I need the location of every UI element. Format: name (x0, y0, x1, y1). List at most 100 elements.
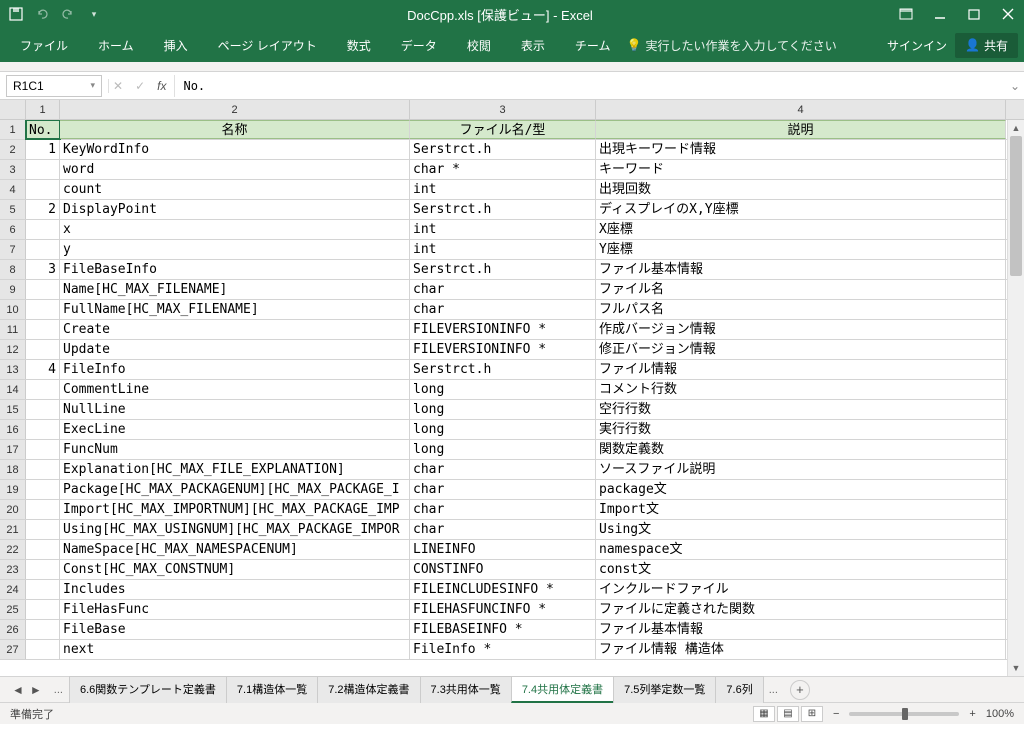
normal-view-icon[interactable]: ▦ (753, 706, 775, 722)
tab-ellipsis-right[interactable]: ... (763, 680, 784, 700)
row-header[interactable]: 22 (0, 540, 26, 559)
cell[interactable]: FuncNum (60, 440, 410, 459)
cell[interactable] (26, 520, 60, 539)
col-header[interactable]: 2 (60, 100, 410, 119)
zoom-thumb[interactable] (902, 708, 908, 720)
cell[interactable]: NullLine (60, 400, 410, 419)
cell[interactable]: CommentLine (60, 380, 410, 399)
cell[interactable]: Const[HC_MAX_CONSTNUM] (60, 560, 410, 579)
cell[interactable]: 1 (26, 140, 60, 159)
row-header[interactable]: 10 (0, 300, 26, 319)
cell[interactable]: 名称 (60, 120, 410, 139)
row-header[interactable]: 2 (0, 140, 26, 159)
cell[interactable]: char (410, 300, 596, 319)
cell[interactable]: Using[HC_MAX_USINGNUM][HC_MAX_PACKAGE_IM… (60, 520, 410, 539)
cell[interactable]: ディスプレイのX,Y座標 (596, 200, 1006, 219)
expand-formula-icon[interactable]: ⌄ (1006, 79, 1024, 93)
row-header[interactable]: 24 (0, 580, 26, 599)
row-header[interactable]: 4 (0, 180, 26, 199)
cell[interactable]: next (60, 640, 410, 659)
cell[interactable]: FullName[HC_MAX_FILENAME] (60, 300, 410, 319)
row-header[interactable]: 7 (0, 240, 26, 259)
cell[interactable] (26, 620, 60, 639)
zoom-slider[interactable] (849, 712, 959, 716)
cell[interactable]: Package[HC_MAX_PACKAGENUM][HC_MAX_PACKAG… (60, 480, 410, 499)
cancel-icon[interactable]: ✕ (113, 79, 123, 93)
cell[interactable] (26, 280, 60, 299)
row-header[interactable]: 14 (0, 380, 26, 399)
cell[interactable] (26, 460, 60, 479)
sheet-tab[interactable]: 7.3共用体一覧 (420, 676, 512, 703)
cell[interactable]: char (410, 280, 596, 299)
row-header[interactable]: 21 (0, 520, 26, 539)
tab-nav-next-icon[interactable]: ► (30, 683, 42, 697)
cell[interactable] (26, 440, 60, 459)
cell[interactable]: ファイル基本情報 (596, 260, 1006, 279)
cell[interactable]: FILEVERSIONINFO * (410, 340, 596, 359)
cell[interactable]: const文 (596, 560, 1006, 579)
cell[interactable]: 説明 (596, 120, 1006, 139)
cell[interactable]: y (60, 240, 410, 259)
cell[interactable]: 空行行数 (596, 400, 1006, 419)
cell[interactable]: 実行行数 (596, 420, 1006, 439)
scroll-up-icon[interactable]: ▲ (1008, 120, 1024, 136)
ribbon-display-icon[interactable] (898, 6, 914, 22)
cell[interactable]: No. (26, 120, 60, 139)
cell[interactable] (26, 500, 60, 519)
cell[interactable]: 出現回数 (596, 180, 1006, 199)
cell[interactable]: word (60, 160, 410, 179)
col-header[interactable]: 3 (410, 100, 596, 119)
cell[interactable] (26, 540, 60, 559)
sheet-tab[interactable]: 6.6関数テンプレート定義書 (69, 676, 227, 703)
row-header[interactable]: 3 (0, 160, 26, 179)
cell[interactable]: char (410, 520, 596, 539)
cell[interactable]: ファイルに定義された関数 (596, 600, 1006, 619)
cell[interactable]: Y座標 (596, 240, 1006, 259)
cell[interactable] (26, 320, 60, 339)
cell[interactable]: LINEINFO (410, 540, 596, 559)
cell[interactable]: FILEBASEINFO * (410, 620, 596, 639)
col-header[interactable]: 1 (26, 100, 60, 119)
cell[interactable]: int (410, 220, 596, 239)
cell[interactable]: Using文 (596, 520, 1006, 539)
sheet-tab[interactable]: 7.1構造体一覧 (226, 676, 318, 703)
cell[interactable] (26, 420, 60, 439)
ribbon-tab-file[interactable]: ファイル (6, 31, 82, 60)
cell[interactable]: DisplayPoint (60, 200, 410, 219)
cell[interactable]: Name[HC_MAX_FILENAME] (60, 280, 410, 299)
cell[interactable] (26, 300, 60, 319)
cell[interactable]: X座標 (596, 220, 1006, 239)
maximize-icon[interactable] (966, 6, 982, 22)
cell[interactable]: Update (60, 340, 410, 359)
cell[interactable] (26, 340, 60, 359)
share-button[interactable]: 👤 共有 (955, 33, 1018, 58)
cell[interactable]: FILEINCLUDESINFO * (410, 580, 596, 599)
cell[interactable] (26, 560, 60, 579)
row-header[interactable]: 12 (0, 340, 26, 359)
cell[interactable]: FileBase (60, 620, 410, 639)
cell[interactable]: Serstrct.h (410, 260, 596, 279)
cell[interactable] (26, 380, 60, 399)
row-header[interactable]: 17 (0, 440, 26, 459)
minimize-icon[interactable] (932, 6, 948, 22)
cell[interactable]: FILEVERSIONINFO * (410, 320, 596, 339)
cell[interactable] (26, 600, 60, 619)
tell-me-search[interactable]: 💡 実行したい作業を入力してください (626, 37, 836, 54)
row-header[interactable]: 13 (0, 360, 26, 379)
cell[interactable]: count (60, 180, 410, 199)
scrollbar-thumb[interactable] (1010, 136, 1022, 276)
cell[interactable]: Import[HC_MAX_IMPORTNUM][HC_MAX_PACKAGE_… (60, 500, 410, 519)
row-header[interactable]: 6 (0, 220, 26, 239)
cell[interactable]: char (410, 480, 596, 499)
add-sheet-button[interactable]: + (790, 680, 810, 700)
cell[interactable]: 2 (26, 200, 60, 219)
cell[interactable]: FileInfo (60, 360, 410, 379)
sheet-tab[interactable]: 7.5列挙定数一覧 (613, 676, 716, 703)
zoom-in-icon[interactable]: + (969, 708, 975, 720)
cell[interactable]: FileBaseInfo (60, 260, 410, 279)
scroll-down-icon[interactable]: ▼ (1008, 660, 1024, 676)
cell[interactable]: 修正バージョン情報 (596, 340, 1006, 359)
row-header[interactable]: 16 (0, 420, 26, 439)
ribbon-tab-view[interactable]: 表示 (507, 31, 559, 60)
row-header[interactable]: 23 (0, 560, 26, 579)
